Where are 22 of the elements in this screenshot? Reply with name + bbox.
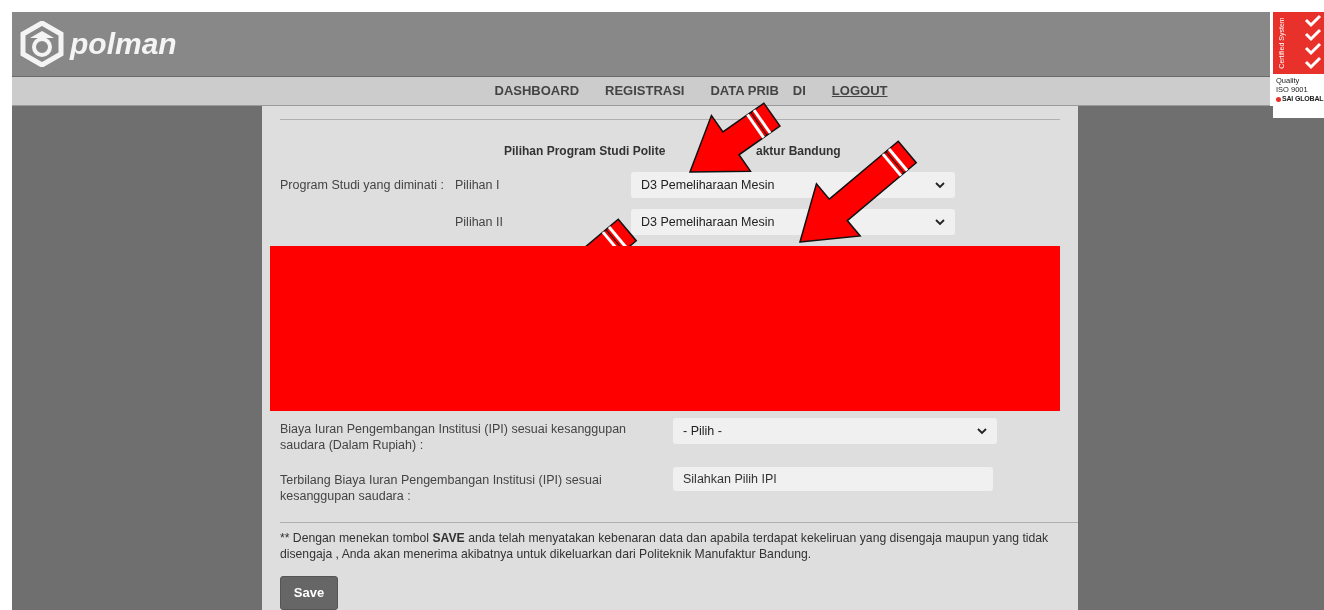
form-heading: Pilihan Program Studi Polite xyxy=(504,143,666,160)
field-label: Program Studi yang diminati : xyxy=(280,176,445,194)
disclaimer-text: ** Dengan menekan tombol SAVE anda telah menyatakan kebenaran data dan apabila terdapat kekeliruan yang disengaja maupun yang tidak disengaja , Anda akan menerima akibatnya untuk dikeluarkan dari Politeknik Manufaktur Bandung. xyxy=(280,530,1050,562)
terbilang-field[interactable]: Silahkan Pilih IPI xyxy=(673,467,993,491)
field-label: Biaya Iuran Pengembangan Institusi (IPI) sesuai kesanggupan saudara (Dalam Rupiah) : xyxy=(280,421,628,453)
field-label: Pilihan I xyxy=(455,176,500,194)
chevron-down-icon xyxy=(935,218,945,226)
form-heading: aktur Bandung xyxy=(756,143,841,160)
nav-link[interactable]: LOGOUT xyxy=(831,81,888,101)
save-button[interactable]: Save xyxy=(280,576,338,610)
field-label: Pilihan II xyxy=(455,213,503,231)
dot-icon xyxy=(1276,96,1281,102)
logo-icon xyxy=(20,21,64,68)
nav-link[interactable]: DATA PRIB DI xyxy=(710,81,806,101)
chevron-down-icon xyxy=(935,181,945,189)
field-label: Terbilang Biaya Iuran Pengembangan Institusi (IPI) sesuai kesanggupan saudara : xyxy=(280,472,603,504)
checkmarks-icon xyxy=(1304,14,1322,72)
nav-link[interactable]: DASHBOARD xyxy=(494,81,579,101)
nav-link[interactable]: REGISTRASI xyxy=(605,81,685,101)
logo-text: polman xyxy=(70,29,177,60)
chevron-down-icon xyxy=(977,427,987,435)
ipi-select[interactable]: - Pilih - xyxy=(673,418,997,444)
